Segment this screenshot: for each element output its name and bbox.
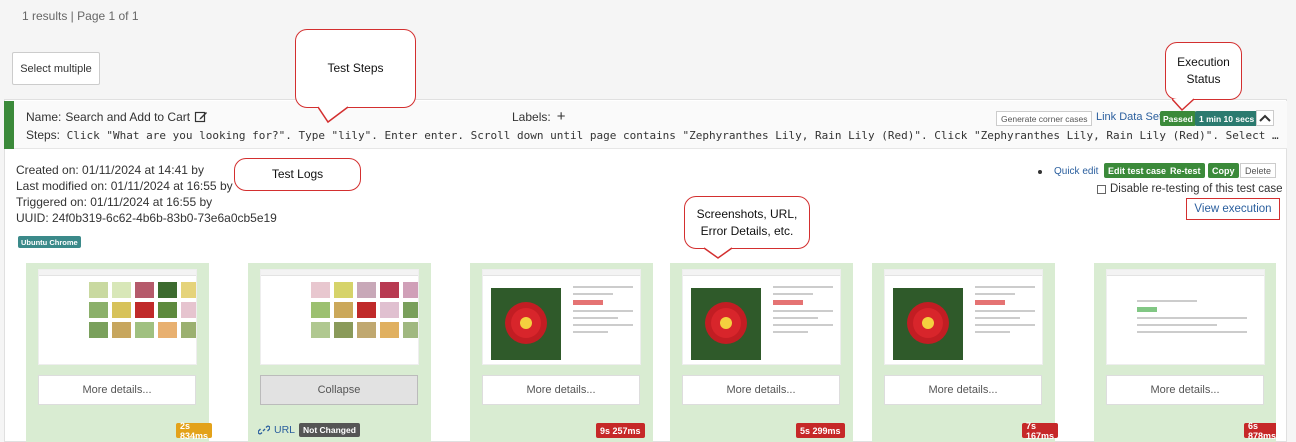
step-tile: More details... 5s 299ms xyxy=(670,263,853,442)
test-name: Search and Add to Cart xyxy=(65,110,191,124)
more-details-button[interactable]: More details... xyxy=(1106,375,1264,405)
environment-badge: Ubuntu Chrome xyxy=(18,236,81,248)
select-multiple-button[interactable]: Select multiple xyxy=(12,52,100,85)
steps-text: Click "What are you looking for?". Type … xyxy=(66,129,1281,142)
modified-on-text: Last modified on: 01/11/2024 at 16:55 xyxy=(16,179,217,193)
callout-tail xyxy=(318,106,349,124)
triggered-by: by xyxy=(199,195,213,209)
retest-button[interactable]: Re-test xyxy=(1166,163,1205,178)
more-details-button[interactable]: More details... xyxy=(682,375,840,405)
callout-screenshots-line2: Error Details, etc. xyxy=(700,223,794,238)
step-tile: More details... 6s 878ms xyxy=(1094,263,1276,442)
collapse-details-button[interactable]: Collapse xyxy=(260,375,418,405)
disable-retesting-label: Disable re-testing of this test case xyxy=(1110,183,1283,195)
url-row: URL Not Changed xyxy=(258,423,360,437)
more-details-button[interactable]: More details... xyxy=(38,375,196,405)
chevron-up-icon xyxy=(1259,114,1271,122)
delete-button[interactable]: Delete xyxy=(1240,163,1277,178)
disable-retesting-row[interactable]: Disable re-testing of this test case xyxy=(1097,183,1283,195)
callout-screenshots-line1: Screenshots, URL, xyxy=(696,206,798,221)
labels-label: Labels: xyxy=(512,110,551,124)
change-status-badge: Not Changed xyxy=(299,423,360,437)
link-data-set-link[interactable]: Link Data Set xyxy=(1096,111,1162,123)
triggered-on: Triggered on: 01/11/2024 at 16:55 by xyxy=(16,195,212,209)
generate-corner-cases-button[interactable]: Generate corner cases xyxy=(996,111,1093,126)
edit-icon[interactable] xyxy=(194,110,208,124)
step-duration-badge: 7s 167ms xyxy=(1022,421,1059,441)
callout-test-logs: Test Logs xyxy=(234,158,361,191)
name-label: Name: xyxy=(26,110,62,124)
step-tile: Collapse URL Not Changed xyxy=(248,263,431,442)
callout-test-logs-text: Test Logs xyxy=(271,167,324,181)
callout-execution-status: Execution Status xyxy=(1165,42,1242,100)
triggered-on-text: Triggered on: 01/11/2024 at 16:55 xyxy=(16,195,197,209)
more-details-button[interactable]: More details... xyxy=(482,375,640,405)
step-screenshot[interactable] xyxy=(482,269,641,365)
last-modified: Last modified on: 01/11/2024 at 16:55 by xyxy=(16,179,233,193)
steps-label: Steps: xyxy=(26,128,61,142)
labels-row: Labels: + xyxy=(512,109,566,124)
url-link[interactable]: URL xyxy=(274,424,295,436)
add-label-icon[interactable]: + xyxy=(557,109,566,124)
duration-badge: 1 min 10 secs xyxy=(1195,111,1259,126)
callout-tail xyxy=(1172,98,1195,112)
callout-tail xyxy=(703,247,733,259)
results-summary: 1 results | Page 1 of 1 xyxy=(22,9,139,23)
step-screenshot[interactable] xyxy=(682,269,841,365)
step-duration-badge: 9s 257ms xyxy=(596,423,645,438)
collapse-card-button[interactable] xyxy=(1256,110,1274,126)
modified-by: by xyxy=(219,179,233,193)
steps-row: Steps: Click "What are you looking for?"… xyxy=(26,128,1281,142)
step-screenshots-strip: More details... 2s 834ms Collapse URL No… xyxy=(26,263,1276,442)
callout-execution-status-line1: Execution xyxy=(1177,55,1230,69)
created-on: Created on: 01/11/2024 at 14:41 by xyxy=(16,163,204,177)
step-duration-badge: 5s 299ms xyxy=(796,423,845,438)
test-name-row: Name: Search and Add to Cart xyxy=(26,110,208,124)
more-details-button[interactable]: More details... xyxy=(884,375,1042,405)
uuid: UUID: 24f0b319-6c62-4b6b-83b0-73e6a0cb5e… xyxy=(16,211,277,225)
status-indicator-bar xyxy=(4,101,14,149)
step-tile: More details... 7s 167ms xyxy=(872,263,1059,442)
callout-screenshots: Screenshots, URL, Error Details, etc. xyxy=(684,196,810,249)
status-badge: Passed xyxy=(1160,111,1196,126)
disable-retesting-checkbox[interactable] xyxy=(1097,184,1106,194)
step-tile: More details... 9s 257ms xyxy=(470,263,653,442)
step-screenshot[interactable] xyxy=(1106,269,1265,365)
created-by: by xyxy=(191,163,204,177)
step-screenshot[interactable] xyxy=(38,269,197,365)
step-screenshot[interactable] xyxy=(884,269,1043,365)
quick-edit-label: Quick edit xyxy=(1054,166,1099,177)
edit-test-case-button[interactable]: Edit test case xyxy=(1104,163,1171,178)
step-duration-badge: 6s 878ms xyxy=(1244,421,1276,441)
copy-button[interactable]: Copy xyxy=(1208,163,1239,178)
callout-test-steps-text: Test Steps xyxy=(327,61,384,75)
step-screenshot[interactable] xyxy=(260,269,419,365)
created-on-text: Created on: 01/11/2024 at 14:41 xyxy=(16,163,188,177)
step-tile: More details... 2s 834ms xyxy=(26,263,213,442)
bullet-icon xyxy=(1038,169,1042,174)
step-duration-badge: 2s 834ms xyxy=(176,421,213,441)
callout-execution-status-line2: Status xyxy=(1186,72,1221,86)
link-icon xyxy=(258,425,270,435)
view-execution-link[interactable]: View execution xyxy=(1186,198,1280,220)
quick-edit-link[interactable]: Quick edit xyxy=(1038,166,1098,177)
callout-test-steps: Test Steps xyxy=(295,29,416,108)
